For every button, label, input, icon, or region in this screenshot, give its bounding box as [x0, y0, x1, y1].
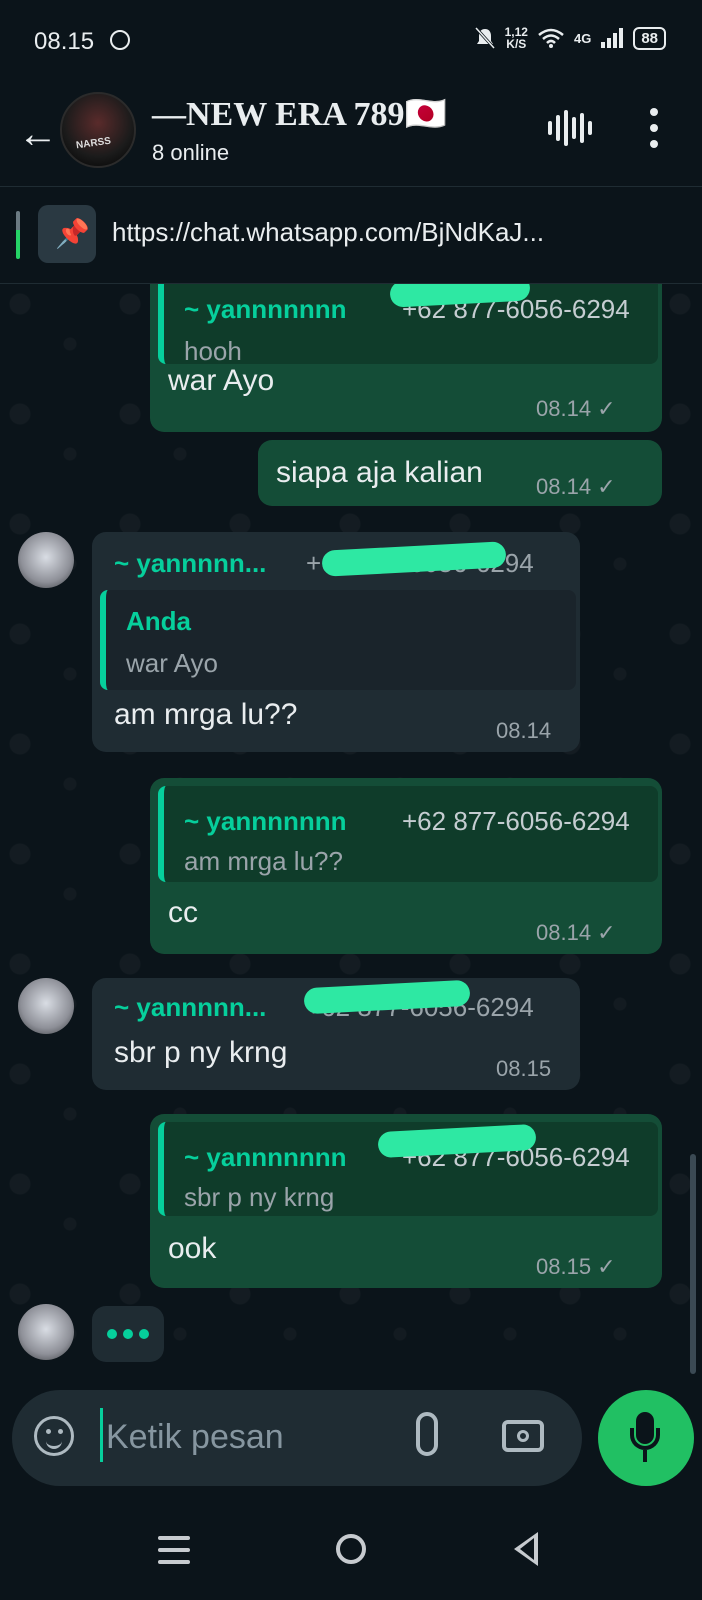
check-icon: ✓ [597, 396, 616, 421]
message-time-value: 08.14 [536, 396, 592, 421]
network-speed: 1,12 K/S [505, 26, 528, 50]
quoted-sender-name: ~ yannnnnnn [184, 806, 347, 836]
online-count: 8 online [152, 140, 230, 165]
status-indicators: 1,12 K/S 4G 88 [474, 26, 666, 50]
message-bubble-outgoing[interactable]: ~ yannnnnnn +62 877-6056-6294 sbr p ny k… [150, 1114, 662, 1288]
back-arrow-icon[interactable]: ← [18, 114, 58, 154]
voice-record-button[interactable] [598, 1390, 694, 1486]
message-time: 08.15 [496, 1056, 552, 1081]
typing-indicator [92, 1306, 164, 1362]
mute-bell-icon [474, 27, 495, 49]
group-title[interactable]: —NEW ERA 789🇯🇵 [152, 94, 447, 134]
sender-avatar[interactable] [18, 532, 74, 588]
status-bar: 08.15 1,12 K/S 4G 88 [0, 0, 702, 86]
check-icon: ✓ [597, 1254, 616, 1279]
message-text: ook [168, 1232, 217, 1265]
message-text: siapa aja kalian [276, 456, 483, 489]
message-composer [12, 1390, 582, 1486]
quoted-text: am mrga lu?? [184, 846, 343, 876]
message-bubble-outgoing[interactable]: ~ yannnnnnn +62 877-6056-6294 hooh war A… [150, 284, 662, 432]
message-time: 08.14 ✓ [536, 474, 616, 500]
message-text: war Ayo [168, 364, 275, 397]
system-navigation-bar [0, 1500, 702, 1600]
group-avatar-logo-text: NARSS [75, 135, 112, 152]
message-time: 08.14 ✓ [536, 920, 616, 946]
sender-avatar[interactable] [18, 978, 74, 1034]
message-time-value: 08.15 [536, 1254, 592, 1279]
sender-name[interactable]: ~ yannnnn... [114, 992, 266, 1023]
message-bubble-incoming[interactable]: ~ yannnnn... +62 877-6056-6294 Anda war … [92, 532, 580, 752]
sender-name[interactable]: ~ yannnnn... [114, 548, 266, 579]
network-speed-unit: K/S [506, 37, 527, 51]
pinned-indicator [16, 211, 20, 259]
message-time: 08.14 [496, 718, 552, 743]
message-time: 08.15 ✓ [536, 1254, 616, 1280]
quoted-text: war Ayo [126, 648, 219, 678]
pin-icon: 📌 [55, 218, 90, 249]
check-icon: ✓ [597, 474, 616, 499]
pinned-message-bar[interactable]: 📌 https://chat.whatsapp.com/BjNdKaJ... [0, 187, 702, 284]
quoted-text: sbr p ny krng [184, 1182, 335, 1212]
battery-level: 88 [633, 26, 666, 50]
camera-icon[interactable] [502, 1420, 544, 1452]
signal-icon [601, 28, 624, 48]
pin-icon-box: 📌 [38, 205, 96, 263]
wifi-icon [538, 28, 564, 48]
recent-apps-icon[interactable] [158, 1536, 190, 1564]
audio-waveform-icon[interactable] [548, 110, 592, 146]
message-text: sbr p ny krng [114, 1036, 288, 1069]
microphone-stand [630, 1428, 660, 1450]
quoted-sender-phone: +62 877-6056-6294 [402, 806, 630, 836]
group-avatar[interactable]: NARSS [60, 92, 136, 168]
home-icon[interactable] [336, 1534, 366, 1564]
scrollbar[interactable] [690, 1154, 696, 1374]
message-text: cc [168, 896, 198, 929]
message-bubble-incoming[interactable]: ~ yannnnn... +62 877-6056-6294 sbr p ny … [92, 978, 580, 1090]
message-time-value: 08.14 [536, 474, 592, 499]
microphone-base [643, 1450, 647, 1462]
quoted-text: hooh [184, 336, 242, 366]
status-time: 08.15 [34, 28, 95, 55]
message-time: 08.14 ✓ [536, 396, 616, 422]
check-icon: ✓ [597, 920, 616, 945]
whatsapp-notification-icon [110, 30, 130, 50]
sender-avatar[interactable] [18, 1304, 74, 1360]
paperclip-icon[interactable] [416, 1412, 438, 1456]
quoted-sender-name: ~ yannnnnnn [184, 294, 347, 324]
message-text: am mrga lu?? [114, 698, 298, 731]
message-time-value: 08.14 [536, 920, 592, 945]
quoted-message[interactable]: ~ yannnnnnn +62 877-6056-6294 am mrga lu… [158, 786, 658, 882]
message-list[interactable]: ~ yannnnnnn +62 877-6056-6294 hooh war A… [0, 284, 702, 1390]
quoted-sender-name: ~ yannnnnnn [184, 1142, 347, 1172]
chat-header: ← NARSS —NEW ERA 789🇯🇵 8 online [0, 86, 702, 187]
message-input[interactable] [104, 1406, 408, 1468]
quoted-sender-name: Anda [126, 606, 191, 636]
more-vertical-icon[interactable] [650, 108, 658, 148]
network-type: 4G [573, 30, 592, 46]
message-bubble-outgoing[interactable]: siapa aja kalian 08.14 ✓ [258, 440, 662, 506]
text-caret [100, 1408, 103, 1462]
pinned-link-text[interactable]: https://chat.whatsapp.com/BjNdKaJ... [112, 217, 544, 248]
quoted-message[interactable]: Anda war Ayo [100, 590, 576, 690]
message-bubble-outgoing[interactable]: ~ yannnnnnn +62 877-6056-6294 am mrga lu… [150, 778, 662, 954]
sticker-smile-icon[interactable] [34, 1416, 74, 1456]
system-back-icon[interactable] [514, 1532, 538, 1566]
